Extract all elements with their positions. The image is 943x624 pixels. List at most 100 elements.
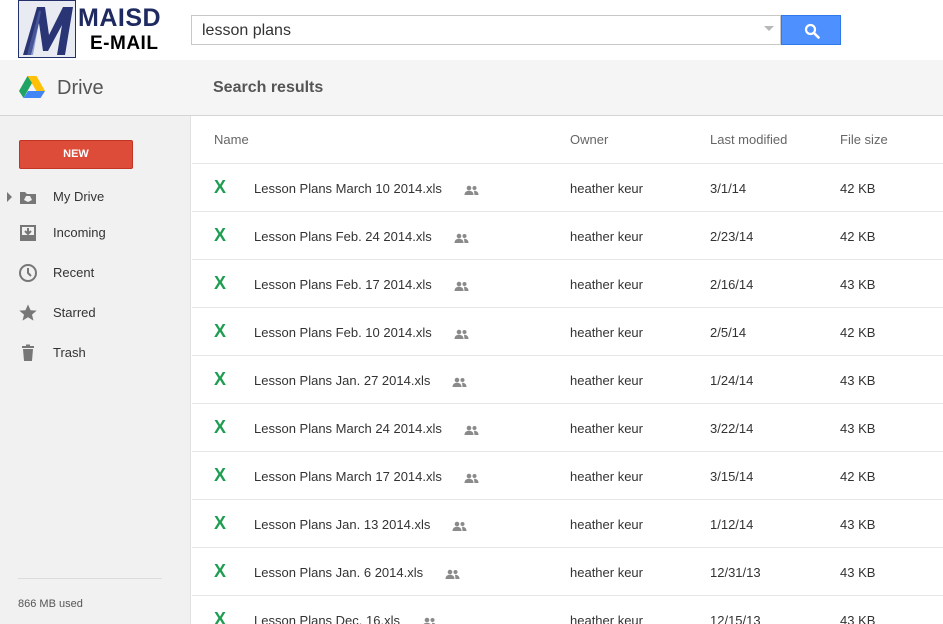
sidebar-item-my-drive[interactable]: My Drive	[0, 182, 191, 212]
expand-arrow-icon[interactable]	[7, 192, 12, 202]
shared-people-icon	[445, 569, 460, 579]
file-name-cell[interactable]: Lesson Plans Feb. 17 2014.xls	[254, 277, 469, 292]
sidebar-item-incoming[interactable]: Incoming	[0, 218, 191, 248]
sidebar-item-label: Starred	[53, 305, 96, 320]
sidebar: NEW My Drive Incoming Recent Starred Tra…	[0, 116, 191, 624]
sidebar-item-label: Recent	[53, 265, 95, 280]
excel-file-icon: X	[214, 417, 227, 437]
list-header: Name Owner Last modified File size	[192, 116, 943, 164]
excel-file-icon: X	[214, 561, 227, 581]
table-row[interactable]: X Lesson Plans Jan. 27 2014.xls heather …	[192, 356, 943, 404]
storage-used: 866 MB used	[18, 598, 83, 610]
excel-file-icon: X	[214, 609, 227, 624]
maisd-logo[interactable]: MAISD E-MAIL	[18, 0, 164, 58]
logo-text-maisd: MAISD	[78, 4, 162, 32]
owner-cell: heather keur	[570, 229, 643, 244]
shared-people-icon	[452, 521, 467, 531]
file-name-cell[interactable]: Lesson Plans March 17 2014.xls	[254, 469, 479, 484]
search-button[interactable]	[781, 15, 841, 45]
last-modified-cell: 12/15/13	[710, 613, 761, 624]
owner-cell: heather keur	[570, 469, 643, 484]
shared-people-icon	[464, 425, 479, 435]
maisd-logo-mark	[18, 0, 76, 58]
table-row[interactable]: X Lesson Plans March 24 2014.xls heather…	[192, 404, 943, 452]
table-row[interactable]: X Lesson Plans Dec. 16.xls heather keur …	[192, 596, 943, 624]
owner-cell: heather keur	[570, 613, 643, 624]
file-name-cell[interactable]: Lesson Plans March 10 2014.xls	[254, 181, 479, 196]
file-size-cell: 43 KB	[840, 373, 876, 388]
last-modified-cell: 3/1/14	[710, 181, 747, 196]
table-row[interactable]: X Lesson Plans Feb. 10 2014.xls heather …	[192, 308, 943, 356]
owner-cell: heather keur	[570, 517, 643, 532]
last-modified-cell: 2/5/14	[710, 325, 747, 340]
owner-cell: heather keur	[570, 325, 643, 340]
shared-people-icon	[452, 377, 467, 387]
last-modified-cell: 3/15/14	[710, 469, 754, 484]
file-size-cell: 43 KB	[840, 421, 876, 436]
last-modified-cell: 1/12/14	[710, 517, 754, 532]
file-size-cell: 43 KB	[840, 517, 876, 532]
owner-cell: heather keur	[570, 181, 643, 196]
search-input[interactable]	[200, 20, 759, 42]
trash-icon	[22, 344, 34, 361]
column-header-file-size[interactable]: File size	[840, 132, 888, 147]
file-name-cell[interactable]: Lesson Plans Jan. 13 2014.xls	[254, 517, 467, 532]
file-name-cell[interactable]: Lesson Plans Feb. 10 2014.xls	[254, 325, 469, 340]
last-modified-cell: 2/16/14	[710, 277, 754, 292]
last-modified-cell: 2/23/14	[710, 229, 754, 244]
clock-icon	[19, 264, 37, 282]
file-size-cell: 43 KB	[840, 613, 876, 624]
file-size-cell: 42 KB	[840, 181, 876, 196]
owner-cell: heather keur	[570, 421, 643, 436]
file-name: Lesson Plans Feb. 24 2014.xls	[254, 229, 432, 244]
owner-cell: heather keur	[570, 565, 643, 580]
sidebar-item-recent[interactable]: Recent	[0, 258, 191, 288]
my-drive-icon	[20, 192, 36, 204]
sidebar-item-label: Trash	[53, 345, 86, 360]
file-name-cell[interactable]: Lesson Plans Jan. 6 2014.xls	[254, 565, 460, 580]
drive-header: Drive Search results	[0, 60, 943, 116]
file-name: Lesson Plans Jan. 27 2014.xls	[254, 373, 431, 388]
file-size-cell: 43 KB	[840, 565, 876, 580]
table-row[interactable]: X Lesson Plans Feb. 24 2014.xls heather …	[192, 212, 943, 260]
column-header-name[interactable]: Name	[214, 132, 249, 147]
sidebar-item-starred[interactable]: Starred	[0, 298, 191, 328]
logo-text-email: E-MAIL	[90, 33, 159, 54]
excel-file-icon: X	[214, 465, 227, 485]
shared-people-icon	[423, 617, 436, 624]
excel-file-icon: X	[214, 177, 227, 197]
table-row[interactable]: X Lesson Plans March 10 2014.xls heather…	[192, 164, 943, 212]
sidebar-item-trash[interactable]: Trash	[0, 338, 191, 368]
column-header-last-modified[interactable]: Last modified	[710, 132, 787, 147]
incoming-icon	[20, 225, 36, 241]
table-row[interactable]: X Lesson Plans Jan. 13 2014.xls heather …	[192, 500, 943, 548]
file-name-cell[interactable]: Lesson Plans Jan. 27 2014.xls	[254, 373, 467, 388]
last-modified-cell: 3/22/14	[710, 421, 754, 436]
file-name-cell[interactable]: Lesson Plans Feb. 24 2014.xls	[254, 229, 469, 244]
file-name: Lesson Plans Jan. 6 2014.xls	[254, 565, 424, 580]
column-header-owner[interactable]: Owner	[570, 132, 608, 147]
shared-people-icon	[454, 329, 469, 339]
star-icon	[19, 304, 37, 321]
search-box	[191, 15, 781, 45]
file-name: Lesson Plans March 17 2014.xls	[254, 469, 442, 484]
file-name-cell[interactable]: Lesson Plans March 24 2014.xls	[254, 421, 479, 436]
table-row[interactable]: X Lesson Plans Feb. 17 2014.xls heather …	[192, 260, 943, 308]
owner-cell: heather keur	[570, 373, 643, 388]
file-name: Lesson Plans Feb. 17 2014.xls	[254, 277, 432, 292]
file-size-cell: 42 KB	[840, 229, 876, 244]
excel-file-icon: X	[214, 369, 227, 389]
excel-file-icon: X	[214, 225, 227, 245]
search-options-dropdown-icon[interactable]	[764, 26, 774, 31]
shared-people-icon	[454, 233, 469, 243]
table-row[interactable]: X Lesson Plans Jan. 6 2014.xls heather k…	[192, 548, 943, 596]
file-name-cell[interactable]: Lesson Plans Dec. 16.xls	[254, 613, 437, 624]
google-drive-logo-icon[interactable]	[19, 76, 45, 98]
new-button[interactable]: NEW	[19, 140, 133, 169]
drive-title[interactable]: Drive	[57, 77, 104, 100]
owner-cell: heather keur	[570, 277, 643, 292]
shared-people-icon	[464, 473, 479, 483]
table-row[interactable]: X Lesson Plans March 17 2014.xls heather…	[192, 452, 943, 500]
excel-file-icon: X	[214, 513, 227, 533]
shared-people-icon	[464, 185, 479, 195]
